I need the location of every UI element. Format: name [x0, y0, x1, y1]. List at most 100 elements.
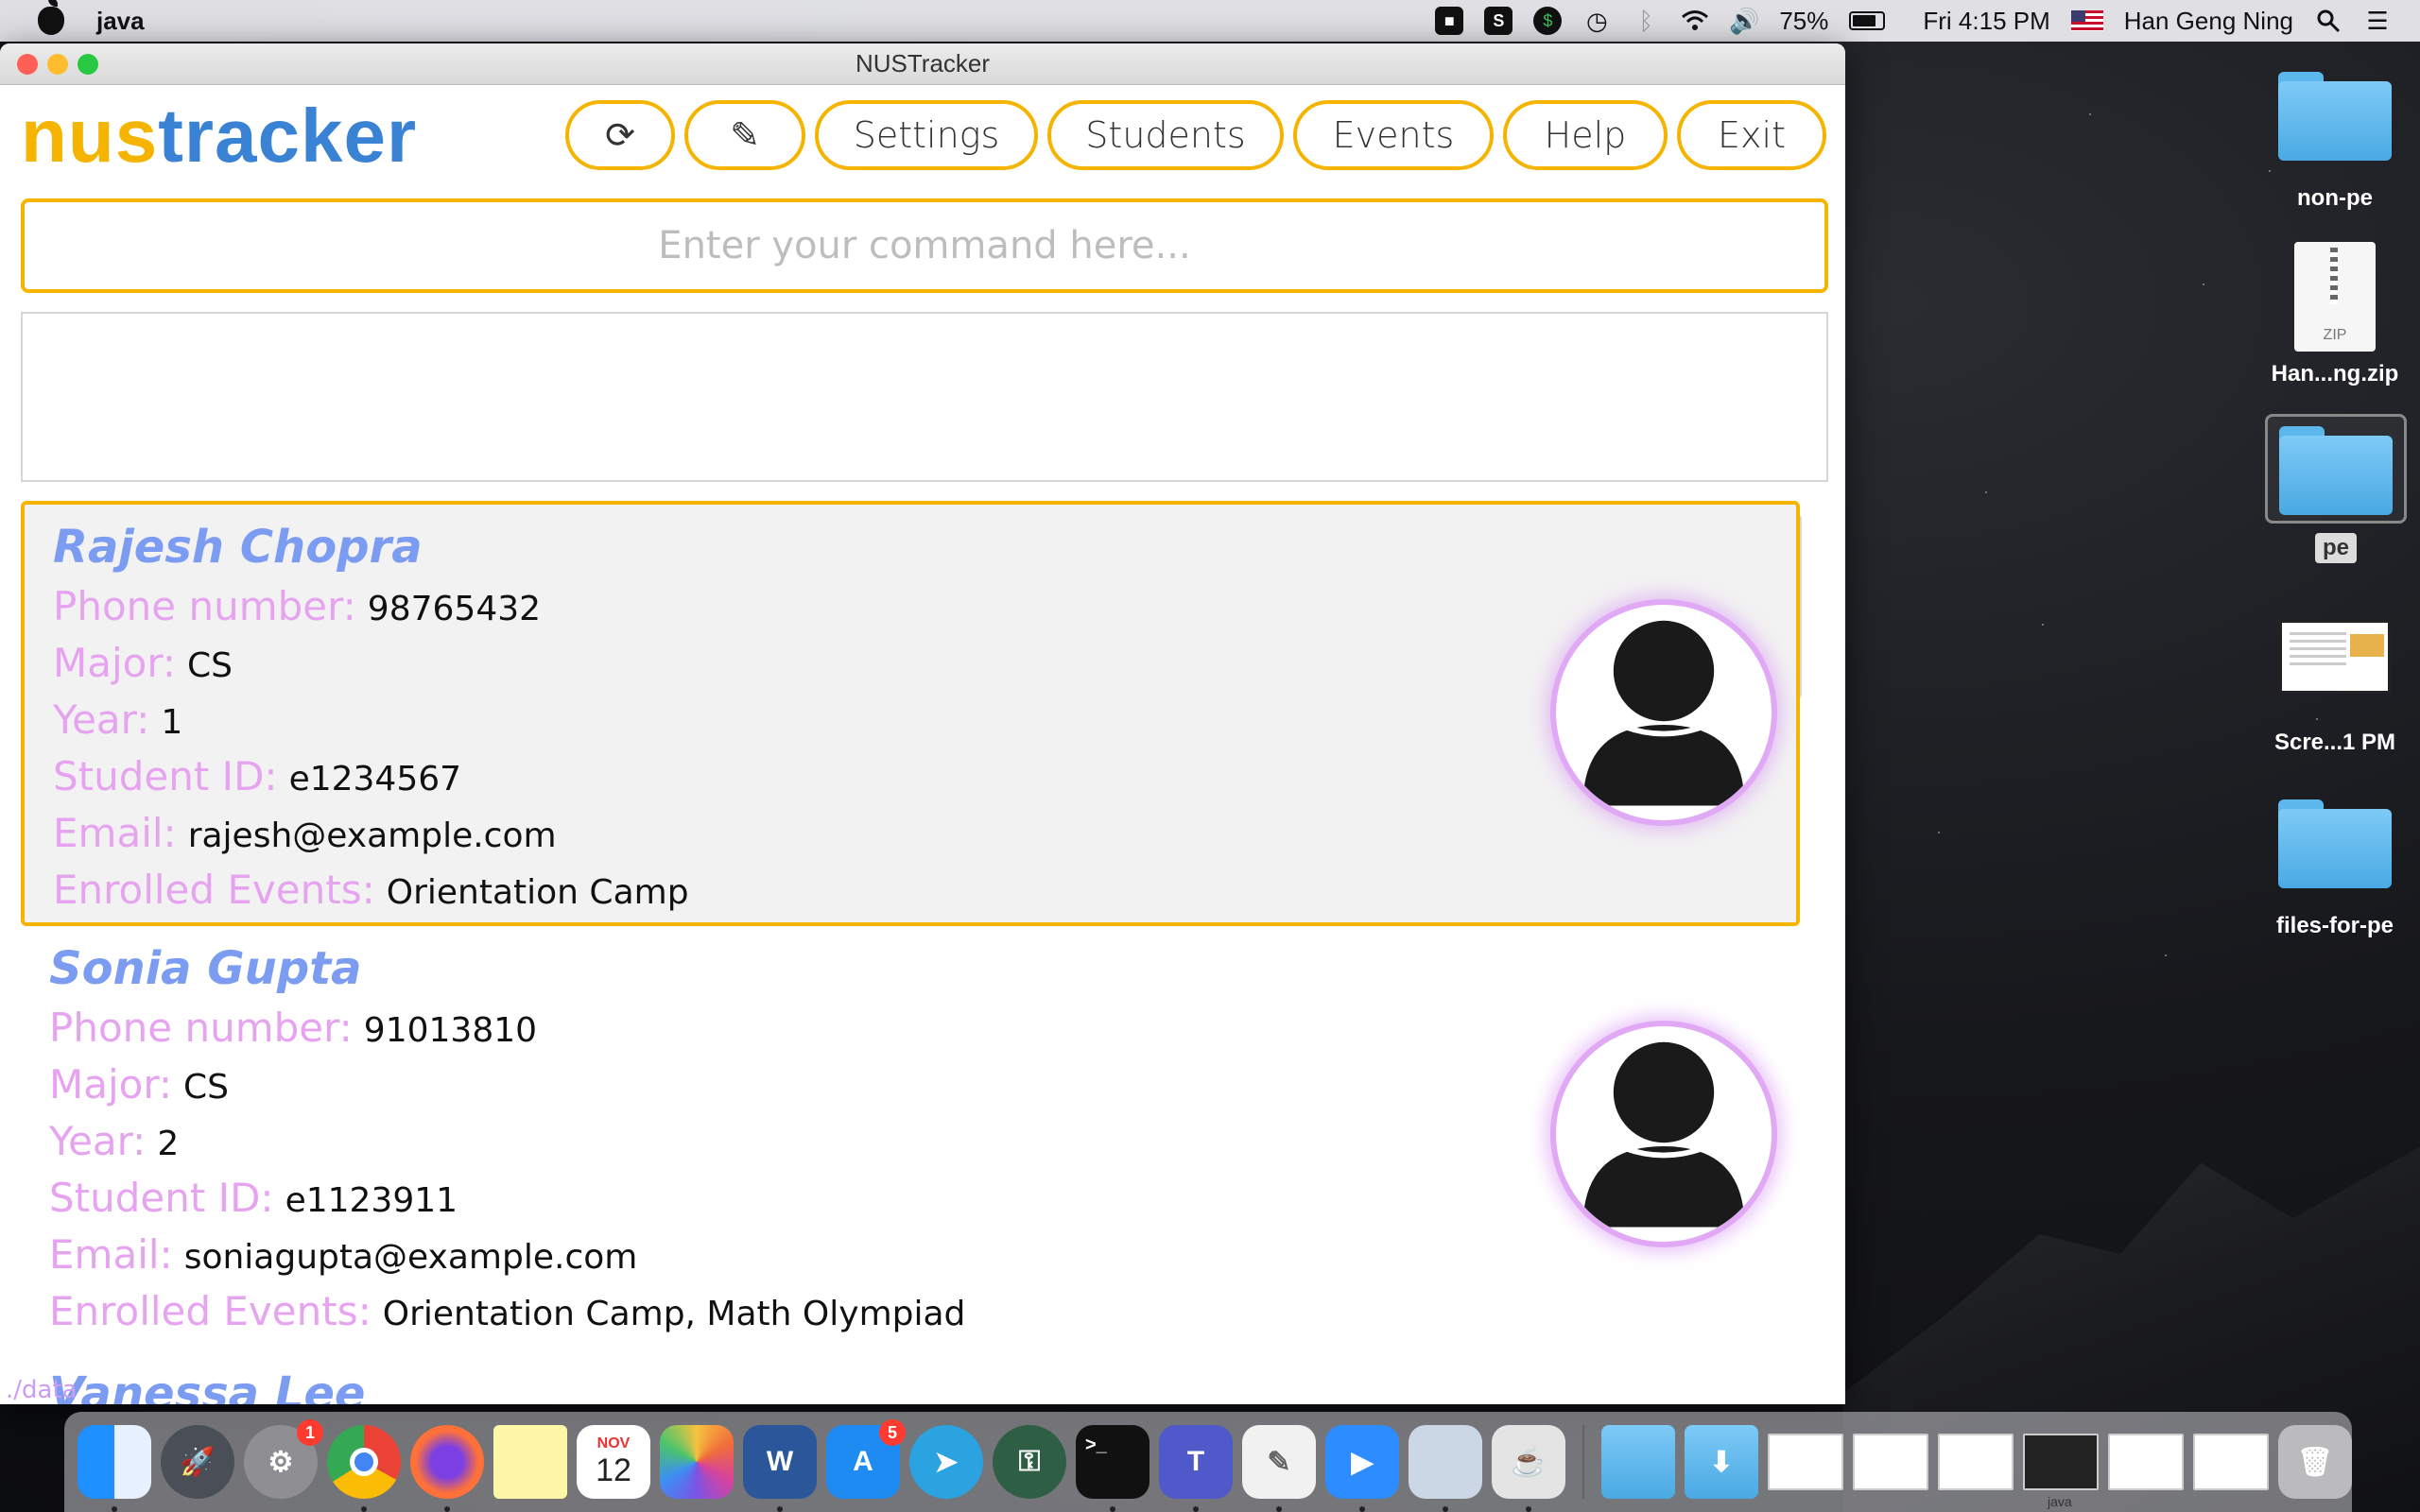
video-status-icon[interactable]: ■: [1435, 7, 1464, 35]
minimized-window-thumbnail[interactable]: [1853, 1434, 1928, 1490]
system-preferences-icon[interactable]: ⚙ 1: [244, 1419, 323, 1499]
email-value: soniagupta@example.com: [183, 1238, 638, 1277]
minimized-window-thumbnail[interactable]: [1938, 1434, 2014, 1490]
student-card[interactable]: Rajesh Chopra Phone number: 98765432 Majo…: [21, 501, 1800, 926]
events-label: Enrolled Events:: [53, 867, 375, 913]
desktop-item-label: files-for-pe: [2275, 913, 2394, 938]
phone-value: 91013810: [363, 1011, 538, 1050]
chrome-icon[interactable]: [327, 1425, 401, 1512]
wifi-icon[interactable]: [1681, 7, 1709, 35]
finder-icon[interactable]: [78, 1425, 151, 1512]
bluetooth-icon[interactable]: ᛒ: [1632, 7, 1660, 35]
calendar-icon[interactable]: NOV 12: [577, 1425, 650, 1499]
zoom-icon[interactable]: ▶: [1325, 1425, 1399, 1512]
events-value: Orientation Camp: [386, 873, 689, 912]
time-machine-icon[interactable]: ◷: [1582, 7, 1611, 35]
email-value: rajesh@example.com: [187, 816, 557, 855]
menubar-user-name[interactable]: Han Geng Ning: [2124, 7, 2293, 36]
app-logo: nustracker: [21, 93, 417, 180]
events-button[interactable]: Events: [1293, 100, 1494, 170]
window-titlebar[interactable]: NUSTracker: [0, 43, 1845, 85]
refresh-button[interactable]: ⟳: [565, 100, 675, 170]
student-name: Rajesh Chopra: [53, 521, 423, 574]
logo-tracker: tracker: [158, 94, 418, 178]
year-label: Year:: [53, 696, 150, 743]
input-source-flag-icon[interactable]: [2070, 10, 2103, 31]
s-app-icon[interactable]: S: [1484, 7, 1513, 35]
firefox-icon[interactable]: [410, 1425, 484, 1512]
minimized-java-window-thumbnail[interactable]: java: [2023, 1434, 2099, 1509]
events-row: Enrolled Events: Orientation Camp, Math O…: [49, 1283, 1772, 1340]
major-label: Major:: [53, 640, 177, 686]
desktop-item-label: Han...ng.zip: [2271, 361, 2399, 387]
settings-button[interactable]: Settings: [815, 100, 1038, 170]
thumbnail-label: java: [2048, 1494, 2072, 1509]
battery-percentage: 75%: [1779, 6, 1829, 35]
desktop-item-label: non-pe: [2297, 185, 2373, 211]
events-value: Orientation Camp, Math Olympiad: [382, 1295, 966, 1333]
star: [2042, 624, 2044, 626]
student-id-label: Student ID:: [53, 753, 278, 799]
folder-icon: [2278, 72, 2392, 161]
menubar-clock[interactable]: Fri 4:15 PM: [1923, 7, 2049, 36]
launchpad-icon[interactable]: 🚀: [161, 1425, 234, 1499]
microsoft-teams-icon[interactable]: T: [1159, 1425, 1233, 1512]
control-center-icon[interactable]: ☰: [2363, 7, 2392, 35]
minimized-window-thumbnail[interactable]: [1768, 1434, 1843, 1490]
student-card[interactable]: Sonia Gupta Phone number: 91013810 Major:…: [21, 926, 1800, 1351]
desktop-folder-files-for-pe[interactable]: files-for-pe: [2250, 799, 2420, 939]
phone-label: Phone number:: [49, 1005, 353, 1051]
students-button[interactable]: Students: [1047, 100, 1284, 170]
minimized-window-thumbnail[interactable]: [2108, 1434, 2184, 1490]
year-value: 2: [157, 1125, 180, 1163]
notes-icon[interactable]: [493, 1425, 567, 1499]
downloads-folder-icon[interactable]: ⬇: [1685, 1425, 1758, 1499]
desktop-folder-non-pe[interactable]: non-pe: [2250, 72, 2420, 212]
textedit-icon[interactable]: ✎: [1242, 1425, 1316, 1512]
desktop-zip-file[interactable]: ZIP Han...ng.zip: [2250, 242, 2420, 387]
preview-icon[interactable]: [1409, 1425, 1482, 1512]
photos-icon[interactable]: [660, 1425, 734, 1499]
major-row: Major: CS: [49, 1057, 1772, 1113]
desktop-folder-pe[interactable]: pe: [2265, 414, 2407, 563]
vpn-status-icon[interactable]: $: [1533, 7, 1563, 35]
battery-icon[interactable]: [1849, 11, 1886, 30]
screenshot-thumbnail-icon: [2279, 620, 2391, 694]
spotlight-search-icon[interactable]: [2314, 7, 2342, 35]
volume-icon[interactable]: 🔊: [1729, 7, 1759, 35]
command-input[interactable]: Enter your command here...: [21, 198, 1828, 293]
minimized-window-thumbnail[interactable]: [2193, 1434, 2269, 1490]
star: [2165, 954, 2167, 956]
refresh-icon: ⟳: [605, 114, 635, 156]
help-button[interactable]: Help: [1503, 100, 1668, 170]
active-app-name[interactable]: java: [96, 7, 145, 36]
theme-icon: ✎: [730, 114, 760, 156]
java-app-icon[interactable]: ☕: [1492, 1425, 1565, 1512]
desktop-screenshot-file[interactable]: Scre...1 PM: [2250, 620, 2420, 756]
student-list[interactable]: Rajesh Chopra Phone number: 98765432 Majo…: [21, 501, 1828, 1404]
exit-button[interactable]: Exit: [1677, 100, 1826, 170]
star: [2089, 113, 2091, 115]
telegram-icon[interactable]: ➤: [909, 1425, 983, 1499]
theme-toggle-button[interactable]: ✎: [684, 100, 805, 170]
toolbar: ⟳ ✎ Settings Students Events Help Exit: [565, 100, 1826, 170]
student-card[interactable]: Vanessa Lee: [21, 1351, 1800, 1404]
terminal-icon[interactable]: >_: [1076, 1425, 1150, 1512]
trash-icon[interactable]: 🗑: [2278, 1425, 2352, 1499]
calendar-month: NOV: [596, 1435, 631, 1452]
student-name: Vanessa Lee: [49, 1367, 366, 1404]
keepassxc-icon[interactable]: ⚿: [993, 1425, 1066, 1499]
apple-menu-icon[interactable]: [38, 0, 64, 35]
status-bar-path: ./data: [6, 1376, 78, 1404]
microsoft-word-icon[interactable]: W: [743, 1425, 817, 1512]
avatar-icon: [1550, 599, 1777, 826]
appstore-badge: 5: [879, 1419, 906, 1446]
events-row: Enrolled Events: Orientation Camp: [53, 862, 1768, 919]
year-row: Year: 1: [53, 692, 1768, 748]
folder-icon: [2278, 799, 2392, 888]
app-store-icon[interactable]: A5: [826, 1419, 906, 1499]
logo-nus: nus: [21, 94, 159, 178]
zip-file-icon: ZIP: [2294, 242, 2376, 352]
desktop-item-label: Scre...1 PM: [2273, 730, 2396, 755]
applications-folder-icon[interactable]: [1601, 1425, 1675, 1499]
